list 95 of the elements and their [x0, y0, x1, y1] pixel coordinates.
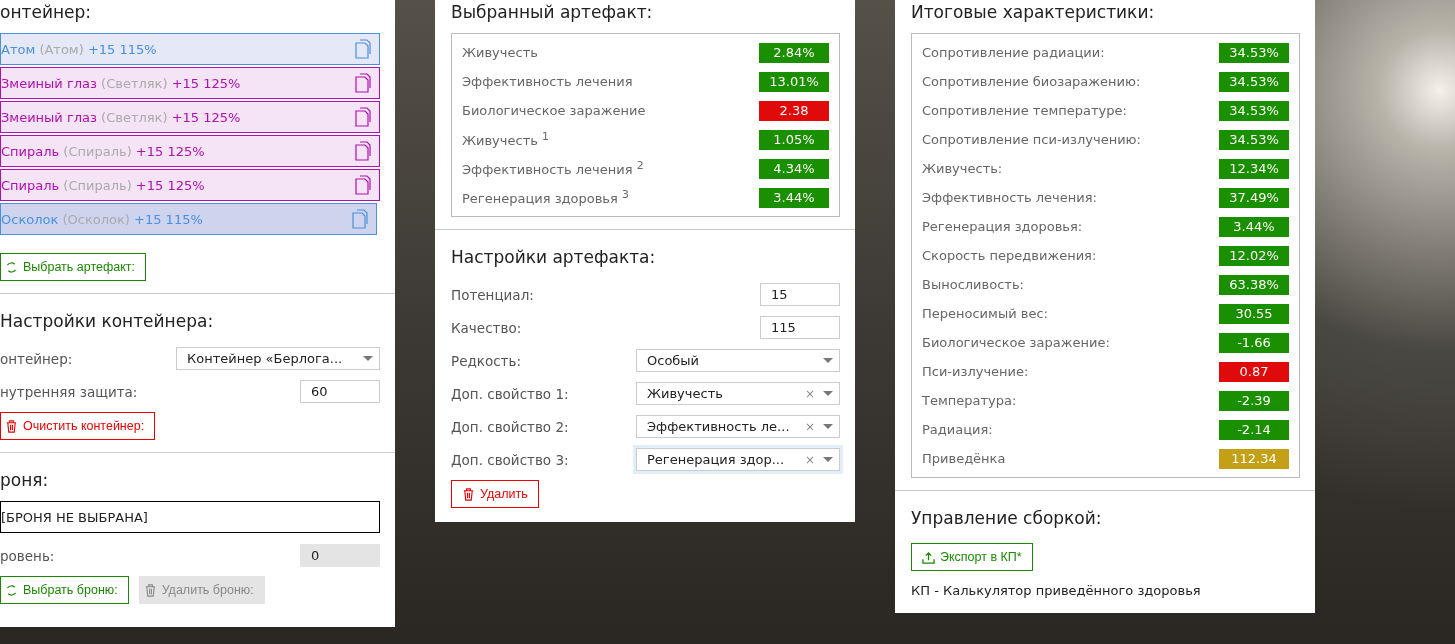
stat-value: 3.44%	[1219, 216, 1289, 237]
section-title: Управление сборкой:	[911, 507, 1103, 530]
container-dropdown[interactable]: Контейнер «Берлога...	[176, 347, 380, 370]
artifact-slot[interactable]: Спираль (Спираль) +15 125%	[0, 169, 380, 201]
stat-label: Живучесть $^{1}$	[462, 130, 549, 149]
artifact-name: Спираль (Спираль) +15 125%	[1, 143, 205, 159]
copy-icon[interactable]	[355, 141, 371, 161]
stat-value: 30.55	[1219, 303, 1289, 324]
stat-value: -2.39	[1219, 390, 1289, 411]
stat-label: Эффективность лечения	[462, 74, 633, 89]
field-label: Потенциал:	[451, 286, 534, 303]
trash-icon	[5, 419, 18, 433]
number-field[interactable]: 115	[760, 316, 840, 339]
property-dropdown[interactable]: Регенерация здор... ×	[636, 448, 840, 471]
section-title: онтейнер:	[0, 1, 93, 24]
stat-value: 12.02%	[1219, 245, 1289, 266]
stat-value: 2.84%	[759, 42, 829, 63]
stat-label: Биологическое заражение:	[922, 335, 1110, 350]
stat-label: Пси-излучение:	[922, 364, 1029, 379]
field-label: Качество:	[451, 319, 522, 336]
stat-value: 4.34%	[759, 158, 829, 179]
stat-value: 13.01%	[759, 71, 829, 92]
stat-label: Эффективность лечения $^{2}$	[462, 159, 644, 178]
artifact-name: Змеиный глаз (Светляк) +15 125%	[1, 109, 241, 125]
artifact-name: Змеиный глаз (Светляк) +15 125%	[1, 75, 241, 91]
stat-value: -2.14	[1219, 419, 1289, 440]
stat-label: Радиация:	[922, 422, 993, 437]
number-field[interactable]: 60	[300, 380, 380, 403]
stat-label: Эффективность лечения:	[922, 190, 1097, 205]
stat-value: 112.34	[1219, 448, 1289, 469]
refresh-icon	[5, 260, 18, 274]
delete-button[interactable]: Удалить	[451, 480, 539, 508]
section-title: Выбранный артефакт:	[451, 1, 654, 24]
refresh-icon	[5, 583, 18, 597]
armor-name-field: [БРОНЯ НЕ ВЫБРАНА]	[0, 501, 380, 533]
trash-icon	[143, 583, 157, 597]
stat-label: Сопротивление биозаражению:	[922, 74, 1141, 89]
copy-icon[interactable]	[355, 39, 371, 59]
number-field[interactable]: 15	[760, 283, 840, 306]
stat-value: 0.87	[1219, 361, 1289, 382]
field-label: ровень:	[0, 547, 55, 564]
clear-container-button[interactable]: Очистить контейнер:	[0, 412, 156, 440]
stat-label: Живучесть:	[922, 161, 1003, 176]
property-dropdown[interactable]: Особый	[636, 349, 840, 372]
stat-value: 63.38%	[1219, 274, 1289, 295]
stat-value: 34.53%	[1219, 42, 1289, 63]
stat-label: Биологическое заражение	[462, 103, 646, 118]
stat-label: Регенерация здоровья:	[922, 219, 1083, 234]
property-dropdown[interactable]: Живучесть ×	[636, 382, 840, 405]
stat-label: Скорость передвижения:	[922, 248, 1097, 263]
section-title: Настройки артефакта:	[451, 246, 657, 269]
field-label: Доп. свойство 3:	[451, 451, 569, 468]
upload-icon	[922, 550, 935, 564]
field-label: Редкость:	[451, 352, 521, 369]
artifact-slot[interactable]: Атом (Атом) +15 115%	[0, 33, 380, 65]
section-title: роня:	[0, 469, 50, 492]
trash-icon	[462, 487, 475, 501]
stat-value: 1.05%	[759, 129, 829, 150]
artifact-slot[interactable]: Змеиный глаз (Светляк) +15 125%	[0, 101, 380, 133]
artifact-slot[interactable]: Спираль (Спираль) +15 125%	[0, 135, 380, 167]
stat-value: 3.44%	[759, 187, 829, 208]
artifact-slot[interactable]: Змеиный глаз (Светляк) +15 125%	[0, 67, 380, 99]
stat-label: Приведёнка	[922, 451, 1006, 466]
stat-value: 37.49%	[1219, 187, 1289, 208]
field-label: Доп. свойство 2:	[451, 418, 569, 435]
field-label: нутренняя защита:	[0, 383, 138, 400]
stat-label: Переносимый вес:	[922, 306, 1048, 321]
stat-value: 34.53%	[1219, 71, 1289, 92]
stat-value: 34.53%	[1219, 100, 1289, 121]
armor-button[interactable]: Выбрать броню:	[0, 576, 129, 604]
field-label: Доп. свойство 1:	[451, 385, 569, 402]
stat-label: Сопротивление пси-излучению:	[922, 132, 1141, 147]
stat-value: -1.66	[1219, 332, 1289, 353]
field-label: онтейнер:	[0, 350, 73, 367]
stat-value: 2.38	[759, 100, 829, 121]
artifact-name: Спираль (Спираль) +15 125%	[1, 177, 205, 193]
stat-label: Температура:	[922, 393, 1017, 408]
copy-icon[interactable]	[355, 107, 371, 127]
copy-icon[interactable]	[355, 175, 371, 195]
stat-label: Выносливость:	[922, 277, 1024, 292]
stat-label: Сопротивление температуре:	[922, 103, 1127, 118]
property-dropdown[interactable]: Эффективность ле... ×	[636, 415, 840, 438]
artifact-name: Атом (Атом) +15 115%	[1, 41, 157, 57]
stat-value: 12.34%	[1219, 158, 1289, 179]
copy-icon[interactable]	[355, 73, 371, 93]
stat-value: 34.53%	[1219, 129, 1289, 150]
footnote-text: КП - Калькулятор приведённого здоровья	[911, 583, 1202, 598]
export-button[interactable]: Экспорт в КП*	[911, 543, 1033, 571]
stat-label: Сопротивление радиации:	[922, 45, 1105, 60]
artifact-name: Осколок (Осколок) +15 115%	[1, 211, 203, 227]
section-title: Итоговые характеристики:	[911, 1, 1156, 24]
stat-label: Регенерация здоровья $^{3}$	[462, 188, 629, 207]
select-artifact-button[interactable]: Выбрать артефакт:	[0, 253, 147, 281]
stat-label: Живучесть	[462, 45, 538, 60]
section-title: Настройки контейнера:	[0, 310, 215, 333]
